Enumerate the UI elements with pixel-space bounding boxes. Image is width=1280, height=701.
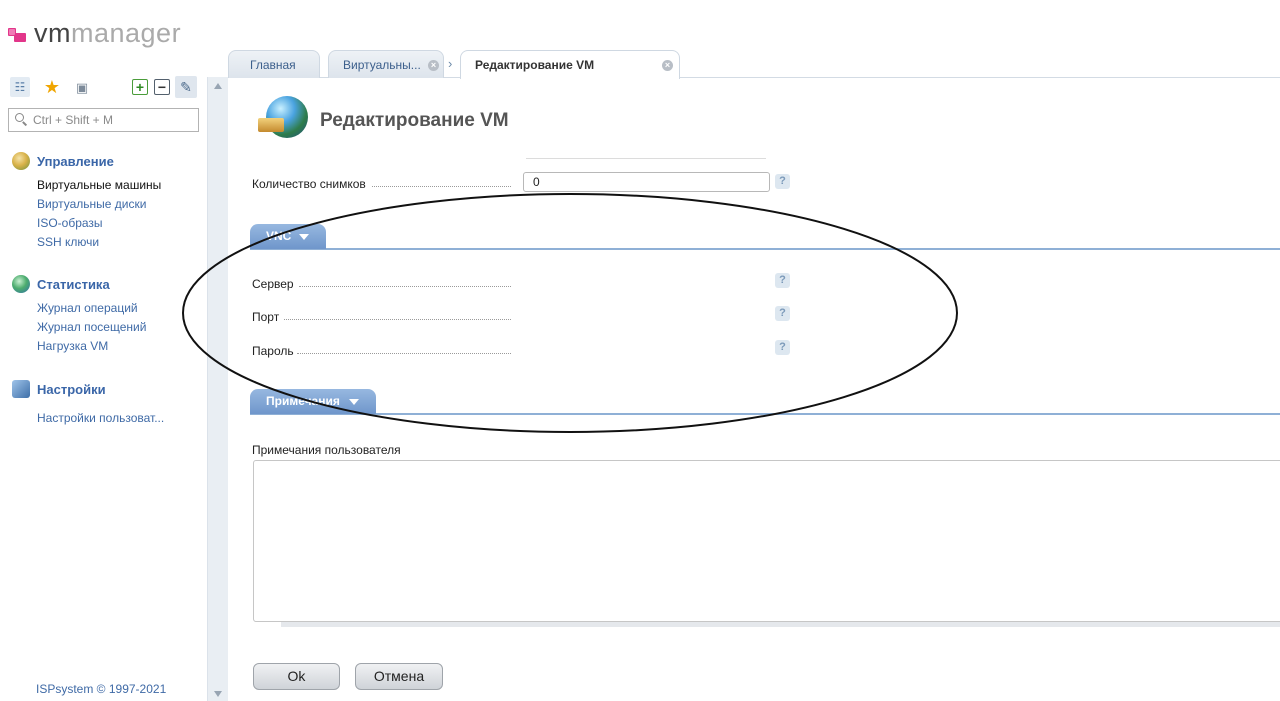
caret-down-icon bbox=[299, 234, 309, 240]
search-input[interactable] bbox=[33, 111, 193, 129]
dotted-leader bbox=[299, 286, 511, 287]
dotted-leader bbox=[297, 353, 511, 354]
favorites-star-icon[interactable]: ★ bbox=[42, 77, 62, 97]
scroll-up-arrow-icon[interactable] bbox=[214, 83, 222, 89]
close-icon[interactable]: × bbox=[428, 60, 439, 71]
management-icon bbox=[12, 152, 30, 170]
dotted-leader bbox=[372, 186, 511, 187]
briefcase-icon[interactable]: ▣ bbox=[72, 77, 92, 97]
menu-group-title: Статистика bbox=[37, 276, 110, 292]
tab-bar: Главная Виртуальны... × › Редактирование… bbox=[228, 50, 1280, 79]
scroll-down-arrow-icon[interactable] bbox=[214, 691, 222, 697]
user-notes-label: Примечания пользователя bbox=[252, 443, 401, 457]
vnc-section-toggle[interactable]: VNC bbox=[250, 224, 326, 249]
logo-text-vm: vm bbox=[34, 17, 71, 48]
page-title: Редактирование VM bbox=[320, 110, 509, 131]
sidebar-item-user-settings[interactable]: Настройки пользоват... bbox=[37, 409, 202, 428]
menu-group-settings: Настройки Настройки пользоват... bbox=[12, 379, 202, 428]
port-label: Порт bbox=[252, 310, 280, 324]
vm-globe-icon bbox=[258, 96, 310, 146]
sidebar-item-iso-images[interactable]: ISO-образы bbox=[37, 214, 202, 233]
logo-text-manager: manager bbox=[71, 17, 182, 48]
help-icon[interactable]: ? bbox=[775, 174, 790, 189]
statistics-icon bbox=[12, 275, 30, 293]
sidebar-item-virtual-machines[interactable]: Виртуальные машины bbox=[37, 176, 202, 195]
close-icon[interactable]: × bbox=[662, 60, 673, 71]
section-divider bbox=[250, 248, 1280, 250]
menu-group-title: Управление bbox=[37, 153, 114, 169]
sidebar-toolbar: ☷ ★ ▣ + − ✎ bbox=[10, 76, 198, 99]
tab-edit-vm[interactable]: Редактирование VM × bbox=[460, 50, 680, 79]
collapse-all-icon[interactable]: − bbox=[154, 79, 170, 95]
search-icon bbox=[15, 113, 28, 126]
notes-section-toggle[interactable]: Примечания bbox=[250, 389, 376, 414]
server-label: Сервер bbox=[252, 277, 294, 291]
help-icon[interactable]: ? bbox=[775, 273, 790, 288]
chevron-right-icon: › bbox=[448, 56, 453, 71]
tab-virtual-machines[interactable]: Виртуальны... × bbox=[328, 50, 444, 78]
sidebar-scrollbar[interactable] bbox=[207, 77, 228, 701]
sidebar: vmmanager ☷ ★ ▣ + − ✎ Управление Виртуал… bbox=[0, 0, 207, 701]
app-logo: vm manager bbox=[8, 16, 181, 50]
settings-icon bbox=[12, 380, 30, 398]
sidebar-item-visits-log[interactable]: Журнал посещений bbox=[37, 318, 202, 337]
section-title: Примечания bbox=[266, 394, 340, 408]
tab-label: Редактирование VM bbox=[475, 58, 595, 72]
user-notes-textarea[interactable] bbox=[253, 460, 1280, 622]
sidebar-item-ssh-keys[interactable]: SSH ключи bbox=[37, 233, 202, 252]
ok-button[interactable]: Ok bbox=[253, 663, 340, 690]
password-label: Пароль bbox=[252, 344, 294, 358]
pin-icon[interactable]: ✎ bbox=[175, 76, 197, 98]
sidebar-item-virtual-disks[interactable]: Виртуальные диски bbox=[37, 195, 202, 214]
tree-view-icon[interactable]: ☷ bbox=[10, 77, 30, 97]
snapshots-label: Количество снимков bbox=[252, 177, 366, 191]
menu-group-header[interactable]: Статистика bbox=[12, 274, 202, 294]
menu-group-title: Настройки bbox=[37, 381, 106, 397]
tab-label: Виртуальны... bbox=[343, 58, 421, 72]
logo-mark-icon bbox=[8, 22, 30, 44]
tab-home[interactable]: Главная bbox=[228, 50, 320, 78]
menu-group-header[interactable]: Настройки bbox=[12, 379, 202, 399]
help-icon[interactable]: ? bbox=[775, 340, 790, 355]
tab-label: Главная bbox=[250, 58, 296, 72]
section-title: VNC bbox=[266, 229, 292, 243]
help-icon[interactable]: ? bbox=[775, 306, 790, 321]
field-divider bbox=[526, 158, 766, 159]
menu-group-statistics: Статистика Журнал операций Журнал посеще… bbox=[12, 274, 202, 356]
snapshots-count-input[interactable] bbox=[523, 172, 770, 192]
dotted-leader bbox=[284, 319, 511, 320]
expand-all-icon[interactable]: + bbox=[132, 79, 148, 95]
caret-down-icon bbox=[349, 399, 359, 405]
menu-search bbox=[8, 108, 199, 132]
menu-group-header[interactable]: Управление bbox=[12, 151, 202, 171]
menu-group-management: Управление Виртуальные машины Виртуальны… bbox=[12, 151, 202, 252]
copyright-link[interactable]: ISPsystem © 1997-2021 bbox=[36, 682, 166, 696]
cancel-button[interactable]: Отмена bbox=[355, 663, 443, 690]
sidebar-item-operations-log[interactable]: Журнал операций bbox=[37, 299, 202, 318]
section-divider bbox=[250, 413, 1280, 415]
sidebar-item-vm-load[interactable]: Нагрузка VM bbox=[37, 337, 202, 356]
textarea-resize-shadow bbox=[281, 622, 1280, 627]
